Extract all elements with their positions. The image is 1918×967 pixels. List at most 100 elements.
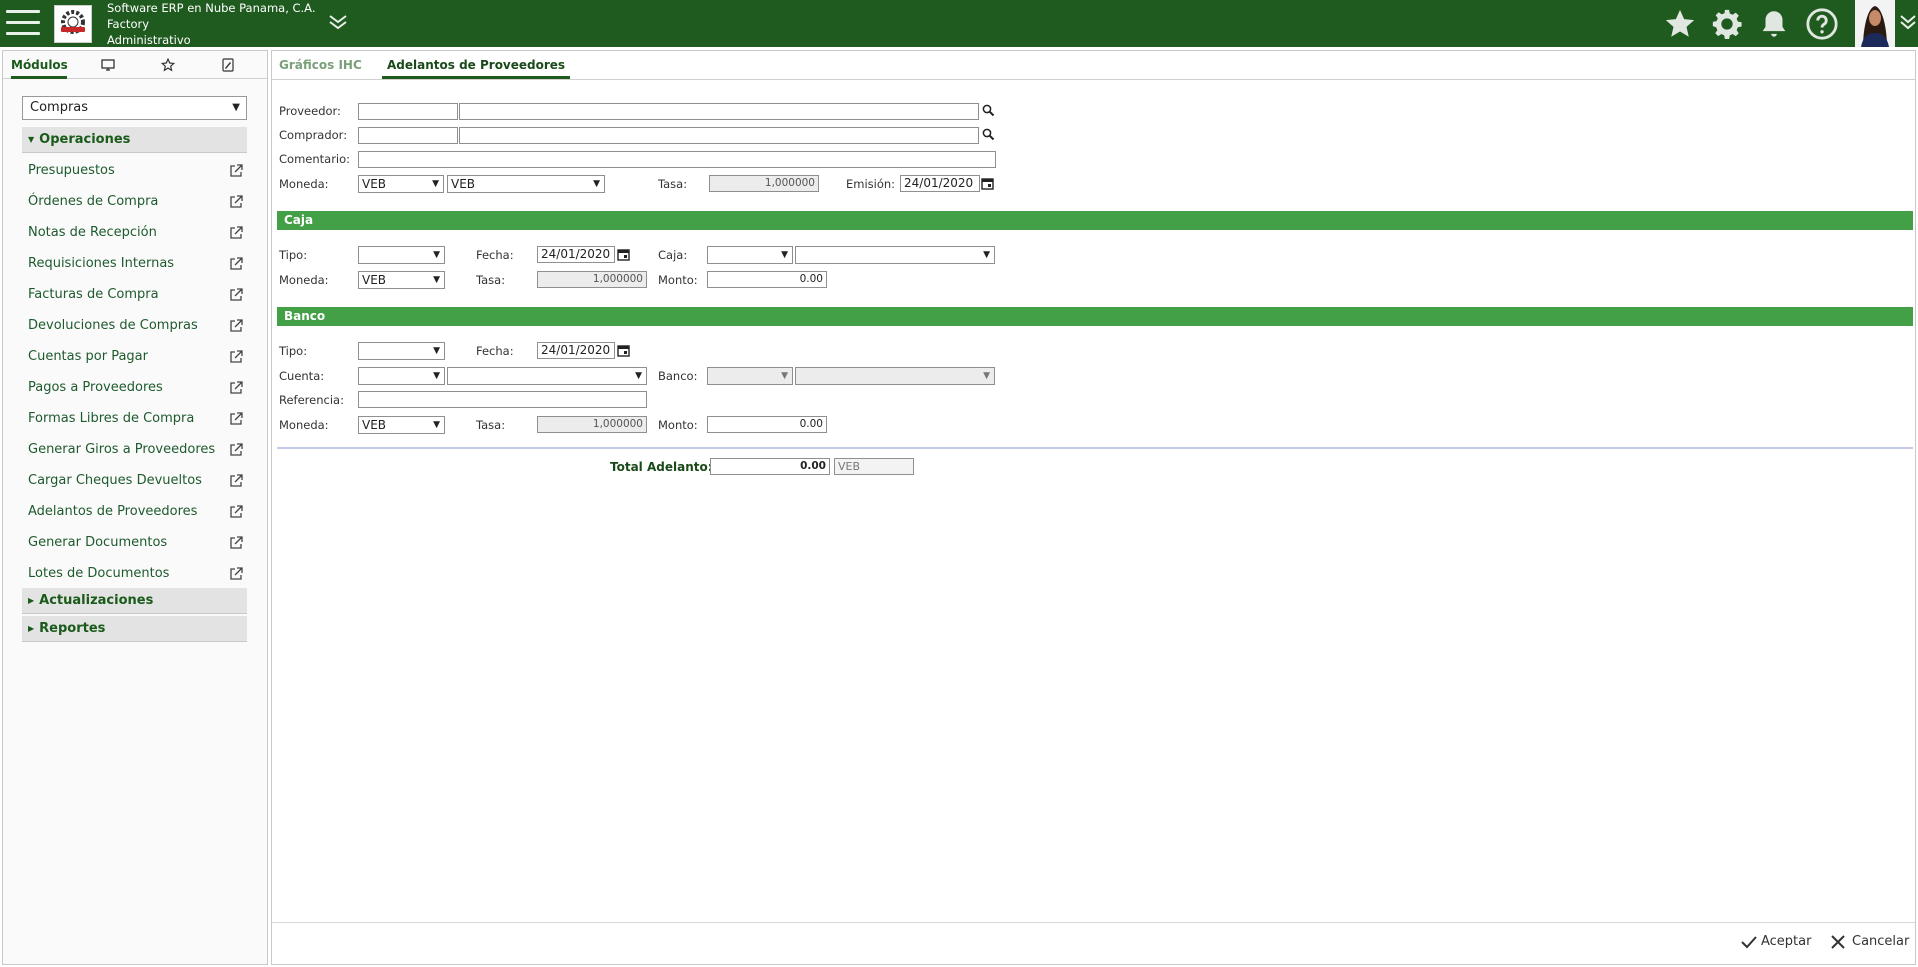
- external-link-icon[interactable]: [229, 536, 243, 550]
- menu-item-label: Presupuestos: [28, 163, 115, 178]
- footer-divider: [272, 922, 1915, 923]
- tab-adelantos-proveedores[interactable]: Adelantos de Proveedores: [382, 51, 571, 79]
- menu-item[interactable]: Devoluciones de Compras: [28, 314, 243, 338]
- company-branch: Factory: [107, 17, 150, 31]
- menu-item[interactable]: Formas Libres de Compra: [28, 407, 243, 431]
- menu-item[interactable]: Adelantos de Proveedores: [28, 500, 243, 524]
- caja-tipo-label: Tipo:: [279, 248, 308, 262]
- calendar-icon[interactable]: [617, 248, 630, 261]
- total-separator: [277, 447, 1913, 449]
- banco-fecha-input[interactable]: 24/01/2020: [537, 342, 615, 359]
- external-link-icon[interactable]: [229, 443, 243, 457]
- external-link-icon[interactable]: [229, 505, 243, 519]
- cancelar-button[interactable]: Cancelar: [1830, 932, 1909, 952]
- comprador-search-icon[interactable]: [982, 128, 995, 141]
- monitor-icon[interactable]: [93, 51, 123, 79]
- section-actualizaciones[interactable]: ▶ Actualizaciones: [22, 588, 247, 614]
- menu-item[interactable]: Generar Giros a Proveedores: [28, 438, 243, 462]
- external-link-icon[interactable]: [229, 350, 243, 364]
- menu-item[interactable]: Lotes de Documentos: [28, 562, 243, 586]
- banco-tipo-select[interactable]: ▼: [358, 342, 445, 360]
- menu-item[interactable]: Pagos a Proveedores: [28, 376, 243, 400]
- moneda-code-select[interactable]: VEB ▼: [358, 175, 444, 193]
- menu-item-label: Devoluciones de Compras: [28, 318, 198, 333]
- menu-item[interactable]: Facturas de Compra: [28, 283, 243, 307]
- calendar-icon[interactable]: [617, 344, 630, 357]
- menu-item-label: Órdenes de Compra: [28, 194, 159, 209]
- menu-item-label: Formas Libres de Compra: [28, 411, 195, 426]
- proveedor-search-icon[interactable]: [982, 104, 995, 117]
- notepad-icon[interactable]: [213, 51, 243, 79]
- tab-graficos-ihc[interactable]: Gráficos IHC: [279, 51, 362, 79]
- external-link-icon[interactable]: [229, 567, 243, 581]
- banco-moneda-select[interactable]: VEB ▼: [358, 416, 445, 434]
- settings-gear-icon[interactable]: [1710, 7, 1744, 41]
- menu-item-label: Requisiciones Internas: [28, 256, 175, 271]
- external-link-icon[interactable]: [229, 319, 243, 333]
- external-link-icon[interactable]: [229, 195, 243, 209]
- caja-moneda-select[interactable]: VEB ▼: [358, 271, 445, 289]
- proveedor-code-input[interactable]: [358, 103, 458, 120]
- menu-item[interactable]: Cuentas por Pagar: [28, 345, 243, 369]
- caja-name-select[interactable]: ▼: [795, 246, 995, 264]
- left-navigation-panel: Módulos Compras ▼ ▼ Operaciones Presupues…: [2, 50, 268, 965]
- caja-tipo-select[interactable]: ▼: [358, 246, 445, 264]
- caja-tasa-input: 1,000000: [537, 271, 647, 288]
- caret-down-icon: ▼: [433, 275, 440, 285]
- comentario-input[interactable]: [358, 151, 996, 168]
- section-operaciones[interactable]: ▼ Operaciones: [22, 127, 247, 153]
- module-select-value: Compras: [30, 100, 89, 115]
- menu-item-label: Notas de Recepción: [28, 225, 157, 240]
- user-avatar[interactable]: [1855, 0, 1895, 47]
- menu-item[interactable]: Requisiciones Internas: [28, 252, 243, 276]
- help-question-icon[interactable]: [1805, 7, 1839, 41]
- caja-moneda-value: VEB: [362, 273, 387, 287]
- banco-cuenta-code-select[interactable]: ▼: [358, 367, 445, 385]
- comprador-name-input[interactable]: [459, 127, 979, 144]
- external-link-icon[interactable]: [229, 226, 243, 240]
- menu-item[interactable]: Notas de Recepción: [28, 221, 243, 245]
- user-menu-chevron-icon[interactable]: [1899, 14, 1917, 30]
- banco-name-select[interactable]: ▼: [795, 367, 995, 385]
- hamburger-menu-icon[interactable]: [6, 10, 40, 36]
- moneda-name-value: VEB: [451, 177, 476, 191]
- emision-date-input[interactable]: 24/01/2020: [900, 175, 980, 192]
- company-logo: [54, 5, 92, 43]
- company-area: Administrativo: [107, 33, 191, 47]
- banco-referencia-input[interactable]: [358, 391, 647, 408]
- module-select[interactable]: Compras ▼: [22, 96, 247, 120]
- menu-item[interactable]: Cargar Cheques Devueltos: [28, 469, 243, 493]
- banco-tasa-input: 1,000000: [537, 416, 647, 433]
- banco-cuenta-name-select[interactable]: ▼: [447, 367, 647, 385]
- aceptar-button[interactable]: Aceptar: [1741, 932, 1811, 952]
- favorites-star-icon[interactable]: [1663, 7, 1697, 41]
- banco-code-select[interactable]: ▼: [707, 367, 793, 385]
- section-reportes[interactable]: ▶ Reportes: [22, 616, 247, 642]
- external-link-icon[interactable]: [229, 164, 243, 178]
- menu-item[interactable]: Generar Documentos: [28, 531, 243, 555]
- calendar-icon[interactable]: [981, 177, 994, 190]
- caret-down-icon: ▼: [232, 102, 240, 113]
- external-link-icon[interactable]: [229, 412, 243, 426]
- company-name: Software ERP en Nube Panama, C.A.: [107, 1, 316, 15]
- star-icon[interactable]: [153, 51, 183, 79]
- caja-code-select[interactable]: ▼: [707, 246, 793, 264]
- notifications-bell-icon[interactable]: [1757, 7, 1791, 41]
- menu-item-label: Facturas de Compra: [28, 287, 159, 302]
- proveedor-name-input[interactable]: [459, 103, 979, 120]
- external-link-icon[interactable]: [229, 288, 243, 302]
- moneda-name-select[interactable]: VEB ▼: [447, 175, 605, 193]
- menu-item-label: Adelantos de Proveedores: [28, 504, 198, 519]
- menu-item[interactable]: Presupuestos: [28, 159, 243, 183]
- banco-monto-input[interactable]: 0.00: [707, 416, 827, 433]
- external-link-icon[interactable]: [229, 381, 243, 395]
- main-content-panel: Gráficos IHC Adelantos de Proveedores Pr…: [271, 50, 1916, 965]
- caja-fecha-input[interactable]: 24/01/2020: [537, 246, 615, 263]
- external-link-icon[interactable]: [229, 474, 243, 488]
- expand-chevron-icon[interactable]: [328, 14, 348, 30]
- menu-item[interactable]: Órdenes de Compra: [28, 190, 243, 214]
- tab-modulos[interactable]: Módulos: [11, 51, 68, 79]
- caja-monto-input[interactable]: 0.00: [707, 271, 827, 288]
- comprador-code-input[interactable]: [358, 127, 458, 144]
- external-link-icon[interactable]: [229, 257, 243, 271]
